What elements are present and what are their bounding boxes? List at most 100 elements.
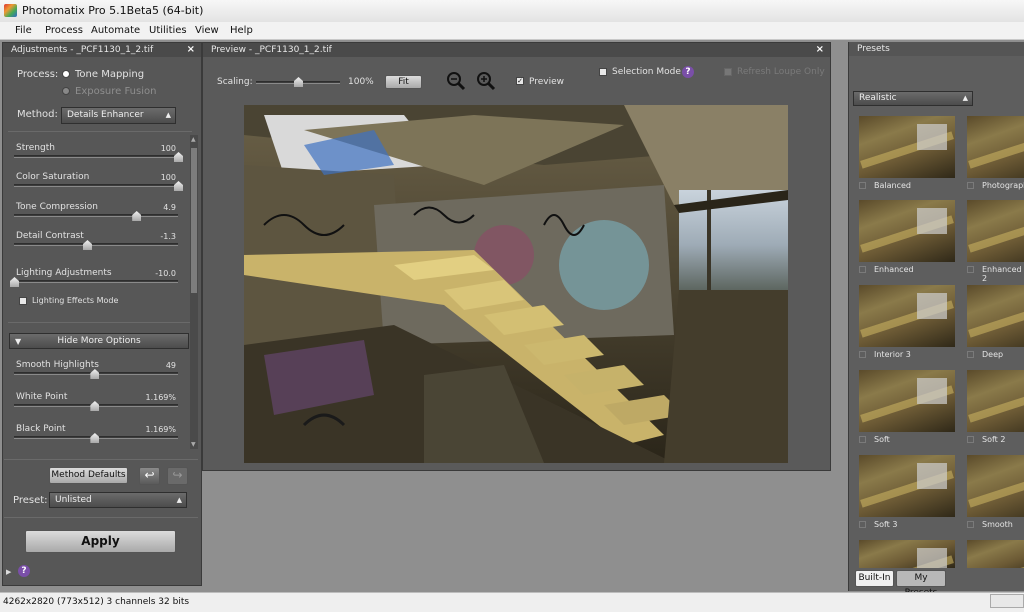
slider-value: -1.3	[160, 232, 176, 241]
close-icon[interactable]: ×	[187, 43, 195, 57]
help-icon[interactable]: ?	[682, 66, 694, 78]
slider-value: 1.169%	[145, 425, 176, 434]
menu-automate[interactable]: Automate	[91, 25, 140, 36]
preset-label: Smooth	[982, 520, 1013, 529]
preset-checkbox[interactable]	[967, 351, 974, 358]
slider-value: 100	[160, 173, 176, 182]
menu-view[interactable]: View	[195, 25, 219, 36]
undo-icon[interactable]: ↩	[139, 467, 160, 485]
preset-dropdown[interactable]: Unlisted ▲	[49, 492, 187, 508]
slider-track[interactable]	[14, 280, 178, 283]
preset-thumbnail[interactable]	[967, 200, 1024, 262]
preset-checkbox[interactable]	[967, 266, 974, 273]
status-panel	[990, 594, 1024, 608]
scroll-down-icon[interactable]: ▼	[191, 441, 196, 448]
zoom-out-icon[interactable]	[445, 70, 467, 92]
preset-thumbnail[interactable]	[967, 540, 1024, 568]
preset-thumbnail[interactable]	[859, 200, 955, 262]
preset-checkbox[interactable]	[859, 436, 866, 443]
preset-thumbnail[interactable]	[859, 540, 955, 568]
preview-checkbox[interactable]: ✓	[516, 77, 524, 85]
menu-help[interactable]: Help	[230, 25, 253, 36]
hide-more-options-label: Hide More Options	[57, 336, 141, 346]
preset-thumbnail[interactable]	[859, 370, 955, 432]
preset-label: Photographic	[982, 181, 1024, 190]
triangle-down-icon: ▼	[15, 337, 22, 346]
preset-checkbox[interactable]	[859, 521, 866, 528]
hide-more-options-button[interactable]: ▼ Hide More Options	[9, 333, 189, 349]
preset-thumbnail[interactable]	[859, 455, 955, 517]
slider-track[interactable]	[14, 214, 178, 217]
preset-label: Interior 3	[874, 350, 911, 359]
slider-value: 100	[160, 144, 176, 153]
divider	[4, 517, 198, 518]
method-dropdown[interactable]: Details Enhancer ▲	[61, 107, 176, 124]
tone-mapping-radio[interactable]	[62, 70, 70, 78]
preset-thumbnail[interactable]	[967, 116, 1024, 178]
scroll-up-icon[interactable]: ▲	[191, 136, 196, 143]
redo-icon[interactable]: ↪	[167, 467, 188, 485]
slider-label: Detail Contrast	[16, 231, 84, 241]
title-bar: Photomatix Pro 5.1Beta5 (64-bit)	[0, 0, 1024, 22]
help-icon[interactable]: ?	[18, 565, 30, 577]
preset-thumbnail[interactable]	[967, 285, 1024, 347]
triangle-right-icon[interactable]: ▶	[6, 568, 11, 576]
fit-button[interactable]: Fit	[385, 75, 422, 89]
preset-thumbnail[interactable]	[859, 116, 955, 178]
exposure-fusion-radio[interactable]	[62, 87, 70, 95]
adjustments-panel-title: Adjustments - _PCF1130_1_2.tif ×	[3, 43, 201, 57]
menu-utilities[interactable]: Utilities	[149, 25, 187, 36]
preset-checkbox[interactable]	[859, 182, 866, 189]
method-label: Method:	[17, 109, 58, 120]
adjustments-title-text: Adjustments - _PCF1130_1_2.tif	[11, 45, 154, 55]
method-defaults-button[interactable]: Method Defaults	[49, 467, 128, 484]
lighting-effects-checkbox[interactable]	[19, 297, 27, 305]
exposure-fusion-label: Exposure Fusion	[75, 86, 157, 97]
process-label: Process:	[17, 69, 59, 80]
preset-category-dropdown[interactable]: Realistic ▲	[853, 91, 973, 106]
slider-value: 4.9	[163, 203, 176, 212]
preset-label: Soft 3	[874, 520, 898, 529]
slider-label: Tone Compression	[16, 202, 98, 212]
preview-image[interactable]	[244, 105, 788, 463]
tab-my-presets[interactable]: My Presets	[896, 570, 946, 598]
preset-label: Deep	[982, 350, 1004, 359]
preset-thumbnail[interactable]	[859, 285, 955, 347]
preset-checkbox[interactable]	[967, 182, 974, 189]
preset-label: Balanced	[874, 181, 911, 190]
divider	[8, 131, 192, 132]
tone-mapping-label: Tone Mapping	[75, 69, 145, 80]
updown-arrow-icon: ▲	[165, 111, 171, 119]
slider-track[interactable]	[14, 243, 178, 246]
preset-thumbnail[interactable]	[967, 455, 1024, 517]
selection-mode-checkbox[interactable]	[599, 68, 607, 76]
preset-thumbnail[interactable]	[967, 370, 1024, 432]
presets-title-text: Presets	[857, 44, 890, 54]
preset-label: Enhanced 2	[982, 265, 1022, 283]
apply-button[interactable]: Apply	[25, 530, 176, 553]
status-text: 4262x2820 (773x512) 3 channels 32 bits	[3, 597, 190, 607]
preset-checkbox[interactable]	[967, 521, 974, 528]
method-value: Details Enhancer	[67, 110, 144, 120]
preset-label: Soft	[874, 435, 890, 444]
preset-checkbox[interactable]	[859, 266, 866, 273]
slider-track[interactable]	[14, 155, 178, 158]
status-bar: 4262x2820 (773x512) 3 channels 32 bits	[0, 592, 1024, 612]
menu-process[interactable]: Process	[45, 25, 83, 36]
preset-checkbox[interactable]	[967, 436, 974, 443]
preset-checkbox[interactable]	[859, 351, 866, 358]
close-icon[interactable]: ×	[816, 43, 824, 57]
menu-file[interactable]: File	[15, 25, 32, 36]
zoom-in-icon[interactable]	[475, 70, 497, 92]
tab-built-in[interactable]: Built-In	[855, 570, 894, 587]
slider-label: Smooth Highlights	[16, 360, 99, 370]
slider-value: 1.169%	[145, 393, 176, 402]
scaling-label: Scaling:	[217, 77, 253, 87]
app-icon	[4, 4, 17, 17]
scrollbar-thumb[interactable]	[191, 148, 197, 293]
preset-value: Unlisted	[55, 495, 92, 505]
refresh-loupe-checkbox[interactable]	[724, 68, 732, 76]
divider	[4, 459, 198, 460]
slider-track[interactable]	[14, 184, 178, 187]
slider-value: -10.0	[155, 269, 176, 278]
